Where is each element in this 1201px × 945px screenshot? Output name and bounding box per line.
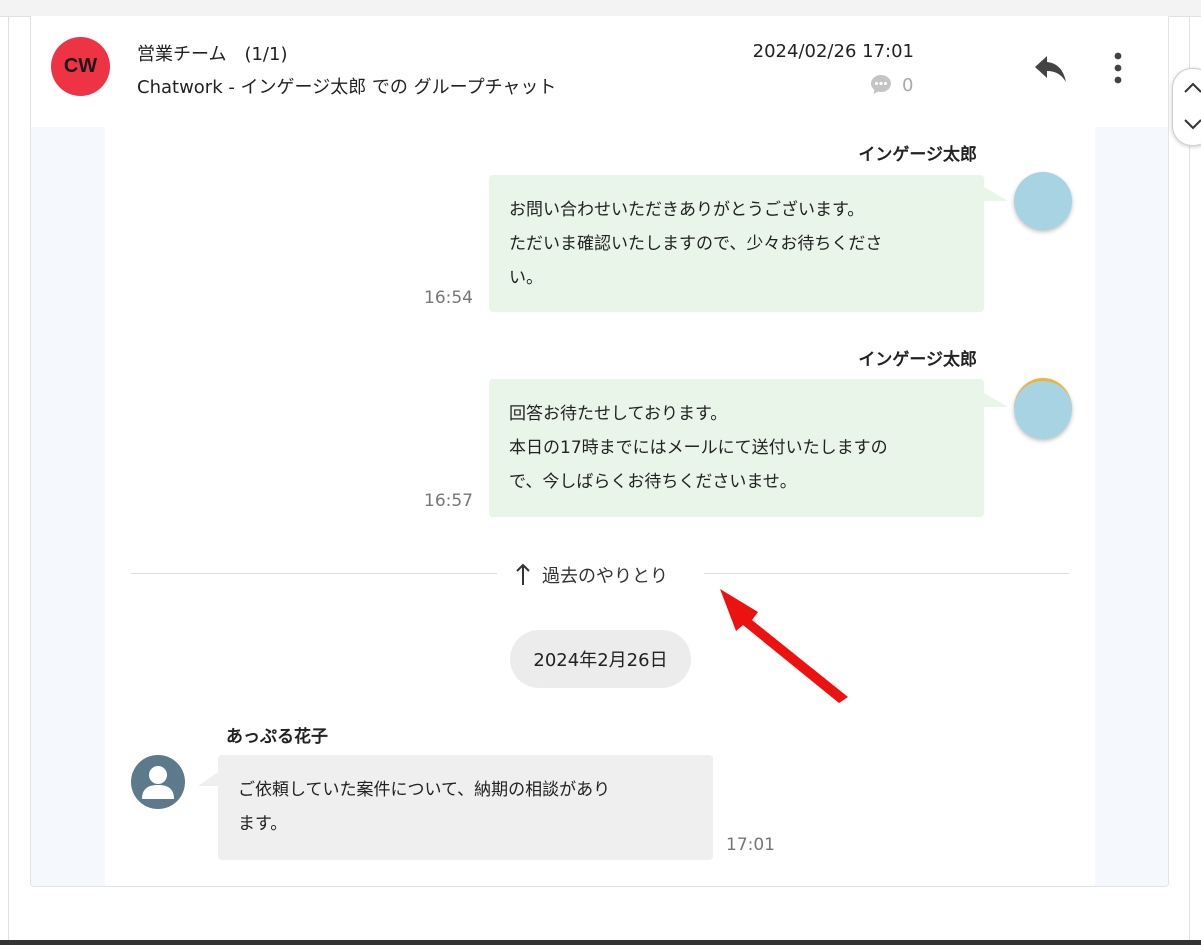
browser-top-strip <box>0 0 1201 17</box>
message-time: 16:54 <box>424 288 473 308</box>
message-bubble: お問い合わせいただきありがとうございます。 ただいま確認いたしますので、少々お待… <box>489 175 984 312</box>
sender-name: インゲージ太郎 <box>858 350 977 370</box>
thread-margin-right <box>1095 127 1168 886</box>
message-bubble: ご依頼していた案件について、納期の相談があり ます。 <box>218 755 713 860</box>
avatar <box>1014 378 1072 439</box>
divider-line <box>131 573 497 574</box>
divider-line <box>704 573 1069 574</box>
avatar <box>1014 172 1072 230</box>
room-subtitle: Chatwork - インゲージ太郎 での グループチャット <box>137 77 557 98</box>
comment-icon <box>871 75 891 94</box>
reply-button[interactable] <box>1033 52 1069 86</box>
message-header: CW 営業チーム (1/1) Chatwork - インゲージ太郎 での グルー… <box>31 16 1168 128</box>
reply-icon <box>1035 56 1066 82</box>
bubble-tail <box>198 772 218 786</box>
arrow-up-icon <box>516 563 530 585</box>
chevron-up-icon[interactable] <box>1182 79 1201 97</box>
right-border <box>1189 16 1190 945</box>
message-date: 2024/02/26 17:01 <box>752 41 914 62</box>
sender-name: インゲージ太郎 <box>858 145 977 165</box>
sender-name: あっぷる花子 <box>226 727 328 747</box>
bubble-tail <box>984 393 1008 407</box>
comment-counter[interactable]: 0 <box>869 73 913 97</box>
message-thread: インゲージ太郎 お問い合わせいただきありがとうございます。 ただいま確認いたしま… <box>31 127 1168 886</box>
past-history-label: 過去のやりとり <box>542 566 668 587</box>
more-vertical-icon <box>1114 52 1122 84</box>
bottom-bar <box>0 940 1201 945</box>
user-icon <box>142 766 174 799</box>
avatar <box>131 755 185 809</box>
date-separator: 2024年2月26日 <box>510 630 691 688</box>
message-bubble: 回答お待たせしております。 本日の17時までにはメールにて送付いたしますの で、… <box>489 379 984 517</box>
thread-margin-left <box>31 127 105 886</box>
bubble-tail <box>984 187 1008 201</box>
room-avatar: CW <box>51 37 110 96</box>
chevron-down-icon[interactable] <box>1182 115 1201 133</box>
message-time: 17:01 <box>726 835 775 855</box>
room-title: 営業チーム (1/1) <box>137 44 288 65</box>
comment-count: 0 <box>902 74 914 96</box>
annotation-arrow <box>720 589 848 703</box>
left-border <box>8 16 9 945</box>
message-card: CW 営業チーム (1/1) Chatwork - インゲージ太郎 での グルー… <box>30 16 1169 887</box>
past-history-link[interactable]: 過去のやりとり <box>516 562 668 588</box>
more-options-button[interactable] <box>1103 49 1133 87</box>
message-time: 16:57 <box>424 491 473 511</box>
scroll-navigator <box>1172 68 1201 146</box>
